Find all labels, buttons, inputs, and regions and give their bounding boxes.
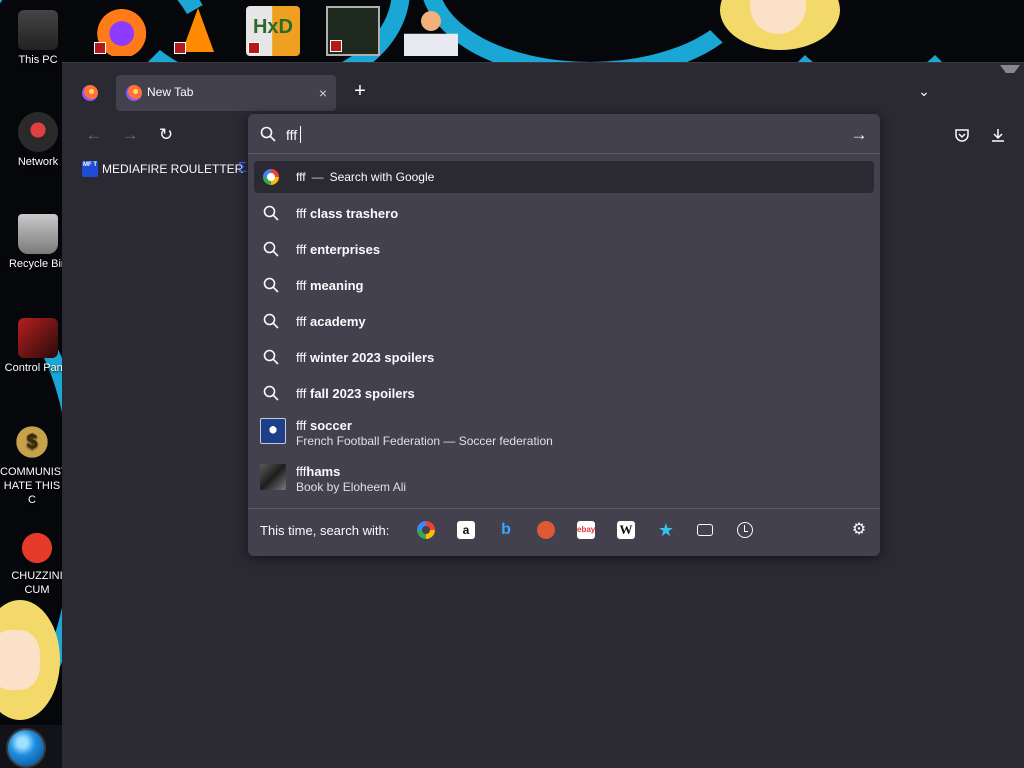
result-prefix: fff: [296, 314, 307, 329]
result-completion: enterprises: [310, 242, 381, 257]
bookmark-label: MEDIAFIRE ROULETTER: [102, 162, 244, 176]
result-suggestion[interactable]: fff fall 2023 spoilers: [254, 376, 874, 412]
search-icon: [263, 277, 279, 293]
search-icon: [263, 385, 279, 401]
money-desktop-icon[interactable]: $ COMMUNIST HATE THIS C: [0, 422, 64, 507]
start-button[interactable]: [6, 728, 46, 768]
result-prefix: fff: [296, 418, 307, 433]
doctor-desktop-icon[interactable]: [404, 6, 458, 56]
amazon-icon[interactable]: a: [457, 521, 475, 539]
result-search-with-google[interactable]: fff — Search with Google: [254, 161, 874, 193]
result-prefix: fff: [296, 350, 307, 365]
go-button[interactable]: →: [848, 124, 870, 146]
ebay-icon[interactable]: ebay: [577, 521, 595, 539]
result-completion: meaning: [310, 278, 364, 293]
result-completion: fall 2023 spoilers: [310, 386, 415, 401]
result-prefix: fff: [296, 206, 307, 221]
this-pc-desktop-icon[interactable]: This PC: [0, 10, 76, 67]
bookmarks-icon[interactable]: ★: [657, 521, 675, 539]
result-completion: class trashero: [310, 206, 399, 221]
result-separator: —: [311, 170, 324, 184]
tab-new-tab[interactable]: New Tab ×: [116, 75, 336, 111]
result-completion: academy: [310, 314, 366, 329]
result-completion: winter 2023 spoilers: [310, 350, 435, 365]
firefox-icon: [126, 85, 142, 101]
window-corner-icon: [1000, 65, 1020, 77]
tab-title: New Tab: [147, 85, 194, 99]
control-panel-icon: [18, 318, 58, 358]
result-query: fff: [296, 170, 306, 184]
fff-logo-thumbnail: [260, 418, 286, 444]
reload-button[interactable]: ↻: [152, 121, 180, 149]
chuzzle-icon: [17, 526, 57, 566]
list-all-tabs-button[interactable]: ⌄: [910, 77, 938, 105]
recycle-bin-icon: [18, 214, 58, 254]
search-icon: [263, 241, 279, 257]
result-description: Book by Eloheem Ali: [296, 480, 407, 494]
firefox-desktop-icon[interactable]: [92, 6, 146, 56]
search-icon: [263, 313, 279, 329]
firefox-icon: [82, 85, 98, 101]
result-rich-suggestion[interactable]: fff soccer French Football Federation — …: [254, 412, 874, 458]
bookmark-partial-icon[interactable]: Σ: [238, 159, 247, 176]
money-bag-icon: $: [12, 422, 52, 462]
result-prefix: fff: [296, 464, 307, 479]
app-desktop-icon[interactable]: [326, 6, 380, 56]
vlc-desktop-icon[interactable]: [172, 6, 226, 56]
computer-icon: [18, 10, 58, 50]
result-suggestion[interactable]: fff enterprises: [254, 232, 874, 268]
urlbar-input-row: →: [248, 114, 880, 154]
urlbar-input[interactable]: [286, 124, 826, 146]
wikipedia-icon[interactable]: W: [617, 521, 635, 539]
search-icon: [260, 126, 276, 142]
google-icon[interactable]: [417, 521, 435, 539]
search-icon: [263, 349, 279, 365]
bing-icon[interactable]: b: [497, 521, 515, 539]
urlbar-panel: → fff — Search with Google fff class trash…: [248, 114, 880, 556]
book-cover-thumbnail: [260, 464, 286, 490]
one-off-search-bar: This time, search with: a b ebay W ★ ⚙: [248, 508, 880, 556]
search-settings-gear-icon[interactable]: ⚙: [850, 521, 868, 539]
google-icon: [263, 169, 279, 185]
result-suggestion[interactable]: fff academy: [254, 304, 874, 340]
hxd-desktop-icon[interactable]: HxD: [246, 6, 300, 56]
one-off-label: This time, search with:: [260, 523, 390, 538]
result-prefix: fff: [296, 242, 307, 257]
history-icon[interactable]: [737, 522, 753, 538]
result-prefix: fff: [296, 278, 307, 293]
result-completion: soccer: [310, 418, 352, 433]
duckduckgo-icon[interactable]: [537, 521, 555, 539]
tabs-icon[interactable]: [697, 524, 713, 536]
result-completion: hams: [306, 464, 341, 479]
search-icon: [263, 205, 279, 221]
result-suggestion[interactable]: fff meaning: [254, 268, 874, 304]
close-tab-icon[interactable]: ×: [314, 84, 332, 102]
result-rich-suggestion[interactable]: fffhams Book by Eloheem Ali: [254, 458, 874, 504]
firefox-view-button[interactable]: [72, 75, 108, 111]
forward-button[interactable]: →: [116, 121, 144, 149]
tab-bar: New Tab × + ⌄: [62, 63, 1024, 113]
pocket-icon[interactable]: [948, 121, 976, 149]
mediafire-icon: MF T: [82, 161, 98, 177]
urlbar-results: fff — Search with Google fff class trasher…: [254, 161, 874, 504]
result-prefix: fff: [296, 386, 307, 401]
result-suggestion[interactable]: fff class trashero: [254, 196, 874, 232]
back-button[interactable]: ←: [80, 121, 108, 149]
downloads-icon[interactable]: [984, 121, 1012, 149]
network-icon: [18, 112, 58, 152]
new-tab-button[interactable]: +: [346, 77, 374, 105]
text-caret: [300, 126, 301, 143]
result-description: French Football Federation — Soccer fede…: [296, 434, 553, 448]
result-suggestion[interactable]: fff winter 2023 spoilers: [254, 340, 874, 376]
result-action: Search with Google: [329, 170, 435, 184]
